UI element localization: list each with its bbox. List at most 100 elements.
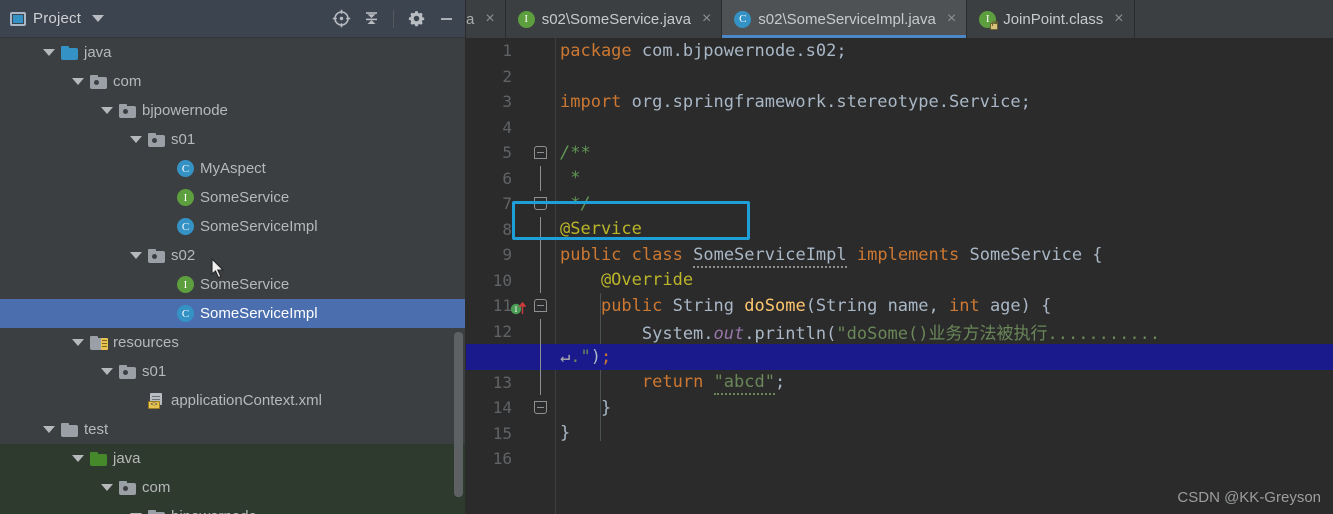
fold-column[interactable] [522, 421, 552, 447]
code-line[interactable]: 5 /** [466, 140, 1333, 166]
code-line[interactable]: 1 package com.bjpowernode.s02; [466, 38, 1333, 64]
code-line[interactable]: 6 * [466, 165, 1333, 191]
code-line[interactable]: 10 @Override [466, 267, 1333, 293]
fold-column[interactable] [522, 165, 552, 191]
fold-column[interactable] [522, 293, 552, 319]
fold-column[interactable] [522, 318, 552, 344]
locate-icon[interactable] [328, 6, 354, 32]
line-number: 6 [502, 168, 512, 188]
tree-item-label: com [142, 479, 171, 496]
code-line[interactable]: 7 */ [466, 191, 1333, 217]
chevron-down-icon[interactable] [72, 339, 84, 346]
lock-icon [990, 20, 999, 30]
editor-tab-label: s02\SomeService.java [541, 10, 691, 28]
tree-item-someserviceimpl[interactable]: C SomeServiceImpl [0, 299, 465, 328]
fold-column[interactable] [522, 140, 552, 166]
tree-item-s02[interactable]: s02 [0, 241, 465, 270]
chevron-down-icon[interactable] [101, 107, 113, 114]
chevron-down-icon[interactable] [130, 136, 142, 143]
code-editor[interactable]: 1 package com.bjpowernode.s02; 2 3 import or… [466, 38, 1333, 514]
project-tree[interactable]: java com bjpowernode s01 C MyAspect I SomeServi… [0, 38, 465, 514]
minimize-icon[interactable] [433, 6, 459, 32]
tree-item-myaspect[interactable]: C MyAspect [0, 154, 465, 183]
chevron-down-icon[interactable] [43, 49, 55, 56]
fold-marker-icon[interactable] [534, 146, 547, 159]
fold-column[interactable] [522, 344, 552, 370]
tree-item-resources[interactable]: resources [0, 328, 465, 357]
fold-marker-icon[interactable] [534, 197, 547, 210]
fold-column[interactable] [522, 446, 552, 472]
fold-column[interactable] [522, 369, 552, 395]
tree-item-bjpowernode[interactable]: bjpowernode [0, 96, 465, 125]
tree-item-java[interactable]: java [0, 38, 465, 67]
editor-tab-partial[interactable]: a × [466, 0, 506, 38]
fold-column[interactable] [522, 191, 552, 217]
gear-icon[interactable] [403, 6, 429, 32]
fold-column[interactable] [522, 64, 552, 90]
tree-item-someservice[interactable]: I SomeService [0, 270, 465, 299]
code-line[interactable]: 15} [466, 421, 1333, 447]
tree-item-label: s01 [142, 363, 167, 380]
tree-item-java[interactable]: java [0, 444, 465, 473]
code-line[interactable]: 12 System.out.println("doSome()业务方法被执行..… [466, 318, 1333, 344]
code-line[interactable]: 8 @Service [466, 216, 1333, 242]
chevron-down-icon[interactable] [101, 368, 113, 375]
chevron-down-icon[interactable] [72, 78, 84, 85]
editor-tab-s02-someserviceimpl-java[interactable]: Cs02\SomeServiceImpl.java × [722, 0, 968, 38]
code-line[interactable]: 3 import org.springframework.stereotype.S… [466, 89, 1333, 115]
code-line[interactable]: 2 [466, 64, 1333, 90]
code-line[interactable]: 4 [466, 115, 1333, 141]
code-line[interactable]: 11 public String doSome(String name, int… [466, 293, 1333, 319]
fold-column[interactable] [522, 267, 552, 293]
code-line[interactable]: 14 } [466, 395, 1333, 421]
chevron-down-icon[interactable] [43, 426, 55, 433]
tree-item-com[interactable]: com [0, 473, 465, 502]
close-icon[interactable]: × [1114, 11, 1123, 27]
code-line[interactable]: 16 [466, 446, 1333, 472]
tree-item-s01[interactable]: s01 [0, 357, 465, 386]
tree-item-com[interactable]: com [0, 67, 465, 96]
tree-item-s01[interactable]: s01 [0, 125, 465, 154]
close-icon[interactable]: × [702, 11, 711, 27]
tree-item-label: s01 [171, 131, 196, 148]
code-line[interactable]: 13 return "abcd"; [466, 369, 1333, 396]
line-number: 16 [492, 449, 512, 469]
tree-item-test[interactable]: test [0, 415, 465, 444]
code-text: * [560, 168, 581, 189]
line-number: 4 [502, 117, 512, 137]
fold-column[interactable] [522, 242, 552, 268]
tree-item-bjpowernode[interactable]: bjpowernode [0, 502, 465, 514]
code-line[interactable]: 9 public class SomeServiceImpl implements… [466, 242, 1333, 268]
project-tool-header: Project [0, 0, 465, 38]
tree-item-applicationcontext-xml[interactable]: <> applicationContext.xml [0, 386, 465, 415]
chevron-down-icon[interactable] [92, 15, 105, 22]
editor-tab-s02-someservice-java[interactable]: Is02\SomeService.java × [505, 0, 723, 38]
chevron-down-icon[interactable] [101, 484, 113, 491]
line-number: 10 [492, 270, 512, 290]
editor-tab-joinpoint-class[interactable]: I JoinPoint.class × [967, 0, 1135, 38]
chevron-down-icon[interactable] [130, 252, 142, 259]
fold-column[interactable] [522, 115, 552, 141]
editor-tab-label: JoinPoint.class [1003, 10, 1104, 28]
close-icon[interactable]: × [485, 11, 494, 27]
tree-item-someservice[interactable]: I SomeService [0, 183, 465, 212]
fold-marker-icon[interactable] [534, 401, 547, 414]
fold-region-line [540, 369, 541, 395]
code-text: package com.bjpowernode.s02; [560, 40, 847, 61]
implementing-method-icon[interactable]: I [510, 300, 527, 315]
collapse-all-icon[interactable] [358, 6, 384, 32]
fold-column[interactable] [522, 395, 552, 421]
fold-column[interactable] [522, 216, 552, 242]
tree-item-someserviceimpl[interactable]: C SomeServiceImpl [0, 212, 465, 241]
project-title-dropdown[interactable]: Project [10, 10, 105, 27]
close-icon[interactable]: × [947, 11, 956, 27]
chevron-down-icon[interactable] [72, 455, 84, 462]
fold-column[interactable] [522, 89, 552, 115]
fold-marker-icon[interactable] [534, 299, 547, 312]
code-line-wrapped[interactable]: ↵."); [466, 344, 1333, 370]
sidebar-scrollbar-thumb[interactable] [454, 332, 463, 497]
project-window-icon [10, 11, 26, 26]
fold-column[interactable] [522, 38, 552, 64]
